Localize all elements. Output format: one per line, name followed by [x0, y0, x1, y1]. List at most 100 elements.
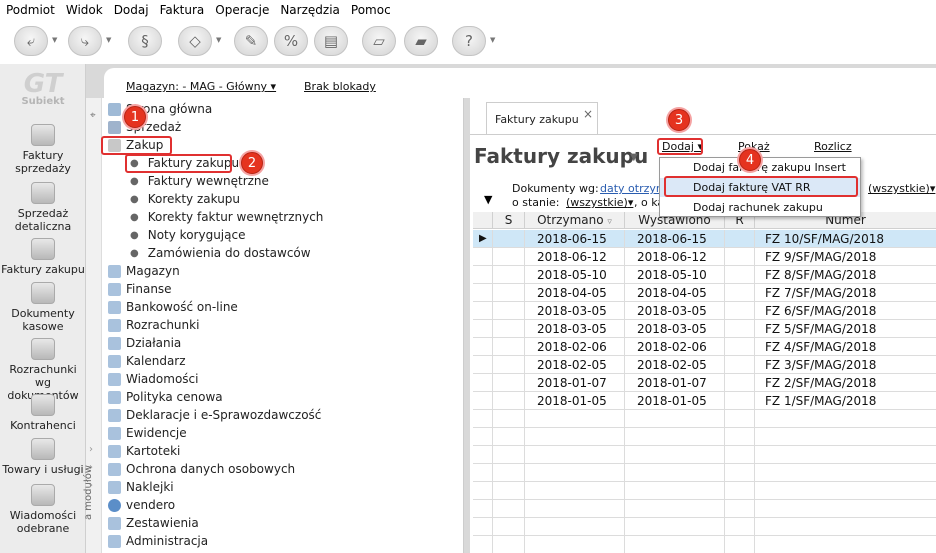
nav-item-magazyn[interactable]: Magazyn: [108, 262, 180, 280]
table-cell: [725, 410, 755, 428]
tab-faktury-zakupu[interactable]: Faktury zakupu ×: [486, 102, 598, 134]
table-row[interactable]: 2018-06-12 2018-06-12 FZ 9/SF/MAG/2018: [473, 248, 936, 266]
table-row[interactable]: [473, 536, 936, 553]
nav-item-wiadomosci[interactable]: Wiadomości: [108, 370, 198, 388]
help-icon[interactable]: ?: [452, 26, 486, 56]
menu-item-dodaj-rachunek-zakupu[interactable]: Dodaj rachunek zakupu: [660, 198, 860, 217]
nav-item-vendero[interactable]: vendero: [108, 496, 175, 514]
nav-item-finanse[interactable]: Finanse: [108, 280, 172, 298]
step-badge-2: 2: [241, 152, 263, 174]
nav-sub-korekty-faktur-wewnetrznych[interactable]: ● Korekty faktur wewnętrznych: [130, 208, 323, 226]
nav-item-ochrona-danych[interactable]: Ochrona danych osobowych: [108, 460, 295, 478]
ticket-icon[interactable]: ▱: [362, 26, 396, 56]
close-icon[interactable]: ×: [583, 107, 593, 121]
table-row[interactable]: [473, 428, 936, 446]
menu-pomoc[interactable]: Pomoc: [351, 3, 391, 17]
table-cell: [625, 410, 725, 428]
cell-otrzymano: 2018-02-05: [525, 356, 625, 374]
table-row[interactable]: [473, 482, 936, 500]
table-row[interactable]: 2018-02-05 2018-02-05 FZ 3/SF/MAG/2018: [473, 356, 936, 374]
title-chevron-down-icon[interactable]: ▼: [630, 152, 638, 163]
chevron-down-icon[interactable]: ▼: [106, 36, 111, 44]
nav-item-zestawienia[interactable]: Zestawienia: [108, 514, 199, 532]
table-cell: [493, 356, 525, 374]
forward-icon[interactable]: ⤷: [68, 26, 102, 56]
nav-item-naklejki[interactable]: Naklejki: [108, 478, 174, 496]
table-row[interactable]: [473, 500, 936, 518]
table-row[interactable]: ▶ 2018-06-15 2018-06-15 FZ 10/SF/MAG/2018: [473, 230, 936, 248]
table-row[interactable]: [473, 446, 936, 464]
module-kontrahenci[interactable]: Kontrahenci: [0, 394, 86, 432]
nav-item-polityka-cenowa[interactable]: Polityka cenowa: [108, 388, 223, 406]
row-indicator: [473, 518, 493, 536]
menu-faktura[interactable]: Faktura: [160, 3, 205, 17]
menu-dodaj[interactable]: Dodaj: [114, 3, 149, 17]
nav-item-administracja[interactable]: Administracja: [108, 532, 208, 550]
expand-ochrona-icon[interactable]: ›: [89, 462, 93, 473]
cash-icon: [31, 282, 55, 304]
menu-podmiot[interactable]: Podmiot: [6, 3, 55, 17]
menu-narzedzia[interactable]: Narzędzia: [280, 3, 340, 17]
table-row[interactable]: 2018-01-05 2018-01-05 FZ 1/SF/MAG/2018: [473, 392, 936, 410]
declaration-icon: [108, 408, 121, 422]
pin-icon[interactable]: ⌖: [90, 110, 96, 121]
column-header-otrzymano[interactable]: Otrzymano ▿: [525, 212, 625, 229]
table-row[interactable]: 2018-05-10 2018-05-10 FZ 8/SF/MAG/2018: [473, 266, 936, 284]
module-sprzedaz-detaliczna[interactable]: Sprzedaż detaliczna: [0, 182, 86, 233]
nav-item-bankowosc[interactable]: Bankowość on-line: [108, 298, 238, 316]
module-wiadomosci[interactable]: Wiadomości odebrane: [0, 484, 86, 535]
chevron-down-icon[interactable]: ▼: [52, 36, 57, 44]
table-cell: [525, 482, 625, 500]
step-badge-3: 3: [668, 109, 690, 131]
ticket-alt-icon[interactable]: ▰: [404, 26, 438, 56]
right-filter-select[interactable]: (wszystkie)▾: [868, 182, 935, 195]
scan-icon[interactable]: §: [128, 26, 162, 56]
nav-item-ewidencje[interactable]: Ewidencje: [108, 424, 187, 442]
nav-sub-faktury-wewnetrzne[interactable]: ● Faktury wewnętrzne: [130, 172, 269, 190]
table-row[interactable]: 2018-04-05 2018-04-05 FZ 7/SF/MAG/2018: [473, 284, 936, 302]
nav-item-deklaracje[interactable]: Deklaracje i e-Sprawozdawczość: [108, 406, 321, 424]
table-row[interactable]: 2018-02-06 2018-02-06 FZ 4/SF/MAG/2018: [473, 338, 936, 356]
expand-kartoteki-icon[interactable]: ›: [89, 444, 93, 455]
nav-sub-korekty-zakupu[interactable]: ● Korekty zakupu: [130, 190, 240, 208]
module-faktury-sprzedazy[interactable]: Faktury sprzedaży: [0, 124, 86, 175]
chevron-down-icon[interactable]: ▼: [216, 36, 221, 44]
table-row[interactable]: 2018-03-05 2018-03-05 FZ 6/SF/MAG/2018: [473, 302, 936, 320]
table-row[interactable]: 2018-03-05 2018-03-05 FZ 5/SF/MAG/2018: [473, 320, 936, 338]
back-icon[interactable]: ⤶: [14, 26, 48, 56]
column-header-s[interactable]: S: [493, 212, 525, 229]
table-row[interactable]: [473, 518, 936, 536]
nav-item-rozrachunki[interactable]: Rozrachunki: [108, 316, 199, 334]
menu-operacje[interactable]: Operacje: [215, 3, 269, 17]
printer-icon[interactable]: ▤: [314, 26, 348, 56]
module-dokumenty-kasowe[interactable]: Dokumenty kasowe: [0, 282, 86, 333]
table-row[interactable]: [473, 410, 936, 428]
module-towary-uslugi[interactable]: Towary i usługi: [0, 438, 86, 476]
menu-widok[interactable]: Widok: [66, 3, 103, 17]
table-row[interactable]: 2018-01-07 2018-01-07 FZ 2/SF/MAG/2018: [473, 374, 936, 392]
chevron-down-icon[interactable]: ▼: [490, 36, 495, 44]
table-cell: [625, 428, 725, 446]
block-status-link[interactable]: Brak blokady: [304, 80, 376, 93]
rozlicz-button[interactable]: Rozlicz: [814, 140, 852, 153]
warehouse-link[interactable]: Magazyn: - MAG - Główny ▾: [126, 80, 276, 93]
nav-sub-noty-korygujace[interactable]: ● Noty korygujące: [130, 226, 245, 244]
table-cell: [525, 446, 625, 464]
module-faktury-zakupu[interactable]: Faktury zakupu: [0, 238, 86, 276]
nav-item-dzialania[interactable]: Działania: [108, 334, 181, 352]
nav-sub-zamowienia[interactable]: ● Zamówienia do dostawców: [130, 244, 311, 262]
nav-item-kartoteki[interactable]: Kartoteki: [108, 442, 180, 460]
stamp-icon[interactable]: ✎: [234, 26, 268, 56]
row-indicator: [473, 248, 493, 266]
nav-item-kalendarz[interactable]: Kalendarz: [108, 352, 186, 370]
table-cell: [493, 536, 525, 553]
row-indicator: [473, 374, 493, 392]
actions-icon: [108, 336, 121, 350]
state-filter-select[interactable]: (wszystkie)▾: [566, 196, 633, 209]
collapse-arrow-icon[interactable]: ▼: [484, 193, 492, 206]
rebate-icon[interactable]: %: [274, 26, 308, 56]
module-rozrachunki[interactable]: Rozrachunki wg dokumentów: [0, 338, 86, 402]
expand-naklejki-icon[interactable]: ›: [89, 480, 93, 491]
table-row[interactable]: [473, 464, 936, 482]
tag-icon[interactable]: ◇: [178, 26, 212, 56]
